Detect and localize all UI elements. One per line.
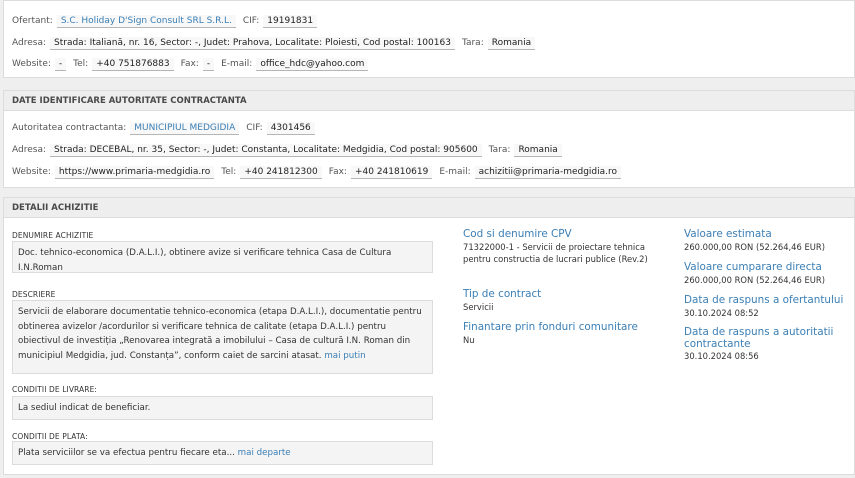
livrare-label: CONDITII DE LIVRARE: [12,385,98,394]
cpv-value: 71322000-1 - Servicii de proiectare tehn… [463,242,648,264]
valoare-directa-title: Valoare cumparare directa [684,261,822,273]
ofertant-email-label: E-mail: [221,59,253,69]
descriere-label: DESCRIERE [12,290,56,299]
autoritate-contact-row: Website: https://www.primaria-medgidia.r… [12,164,628,180]
autoritate-website-label: Website: [12,167,51,177]
ofertant-tara-label: Tara: [461,38,484,48]
fonduri-title: Finantare prin fonduri comunitare [463,321,638,333]
raspuns-autoritate-title: Data de raspuns a autoritatii contractan… [684,326,834,350]
autoritate-tara-value: Romania [514,143,562,157]
ofertant-tel-value: +40 751876883 [92,57,174,71]
ofertant-cif-value: 19191831 [263,14,318,28]
autoritate-row: Autoritatea contractanta: MUNICIPIUL MED… [12,120,322,136]
autoritate-name-link[interactable]: MUNICIPIUL MEDGIDIA [130,121,240,135]
detalii-header: DETALII ACHIZITIE [4,198,854,218]
ofertant-adresa-value: Strada: Italiană, nr. 16, Sector: -, Jud… [50,36,455,50]
plata-more-link[interactable]: mai departe [238,448,291,458]
ofertant-adresa-label: Adresa: [12,38,46,48]
autoritate-label: Autoritatea contractanta: [12,123,127,133]
livrare-value: La sediul indicat de beneficiar. [18,403,151,413]
autoritate-adresa-value: Strada: DECEBAL, nr. 35, Sector: -, Jude… [50,143,482,157]
raspuns-ofertant-title: Data de raspuns a ofertantului [684,294,844,306]
ofertant-email-value: office_hdc@yahoo.com [256,57,369,71]
ofertant-fax-value: - [202,57,215,71]
autoritate-address-row: Adresa: Strada: DECEBAL, nr. 35, Sector:… [12,142,569,158]
detalii-panel: DETALII ACHIZITIE DENUMIRE ACHIZITIE Doc… [3,197,855,475]
plata-box: Plata serviciilor se va efectua pentru f… [12,441,433,465]
denumire-box: Doc. tehnico-economica (D.A.L.I.), obtin… [12,241,433,273]
livrare-box: La sediul indicat de beneficiar. [12,396,433,420]
tip-contract-value: Servicii [463,302,494,312]
autoritate-fax-value: +40 241810619 [350,165,433,179]
raspuns-autoritate-value: 30.10.2024 08:56 [684,351,759,361]
ofertant-label: Ofertant: [12,16,53,26]
ofertant-cif-label: CIF: [242,16,260,26]
ofertant-tel-label: Tel: [73,59,89,69]
autoritate-tel-label: Tel: [221,167,237,177]
ofertant-website-value: - [54,57,67,71]
plata-label: CONDITII DE PLATA: [12,432,88,441]
denumire-label: DENUMIRE ACHIZITIE [12,231,94,240]
ofertant-name-link[interactable]: S.C. Holiday D'Sign Consult SRL S.R.L. [56,14,236,28]
denumire-value: Doc. tehnico-economica (D.A.L.I.), obtin… [18,248,392,273]
ofertant-tara-value: Romania [487,36,536,50]
plata-value: Plata serviciilor se va efectua pentru f… [18,448,235,458]
ofertant-contact-row: Website: - Tel: +40 751876883 Fax: - E-m… [12,56,375,72]
autoritate-email-value: achizitii@primaria-medgidia.ro [474,165,622,179]
ofertant-fax-label: Fax: [180,59,199,69]
fonduri-value: Nu [463,335,475,345]
autoritate-cif-value: 4301456 [266,121,315,135]
ofertant-website-label: Website: [12,59,51,69]
autoritate-tara-label: Tara: [488,145,511,155]
autoritate-adresa-label: Adresa: [12,145,46,155]
tip-contract-title: Tip de contract [463,288,542,300]
valoare-estimata-title: Valoare estimata [684,228,772,240]
ofertant-panel: Ofertant: S.C. Holiday D'Sign Consult SR… [3,0,855,78]
autoritate-cif-label: CIF: [246,123,263,133]
descriere-box: Servicii de elaborare documentatie tehni… [12,300,433,374]
raspuns-ofertant-value: 30.10.2024 08:52 [684,308,759,318]
autoritate-email-label: E-mail: [439,167,471,177]
autoritate-header: DATE IDENTIFICARE AUTORITATE CONTRACTANT… [4,91,854,111]
ofertant-row: Ofertant: S.C. Holiday D'Sign Consult SR… [12,13,324,29]
autoritate-tel-value: +40 241812300 [240,165,322,179]
valoare-estimata-value: 260.000,00 RON (52.264,46 EUR) [684,242,826,252]
cpv-title: Cod si denumire CPV [463,228,572,240]
valoare-directa-value: 260.000,00 RON (52.264,46 EUR) [684,275,826,285]
autoritate-fax-label: Fax: [328,167,347,177]
autoritate-website-value[interactable]: https://www.primaria-medgidia.ro [54,165,215,179]
autoritate-panel: DATE IDENTIFICARE AUTORITATE CONTRACTANT… [3,90,855,188]
descriere-more-link[interactable]: mai putin [324,351,365,361]
ofertant-address-row: Adresa: Strada: Italiană, nr. 16, Sector… [12,35,542,51]
